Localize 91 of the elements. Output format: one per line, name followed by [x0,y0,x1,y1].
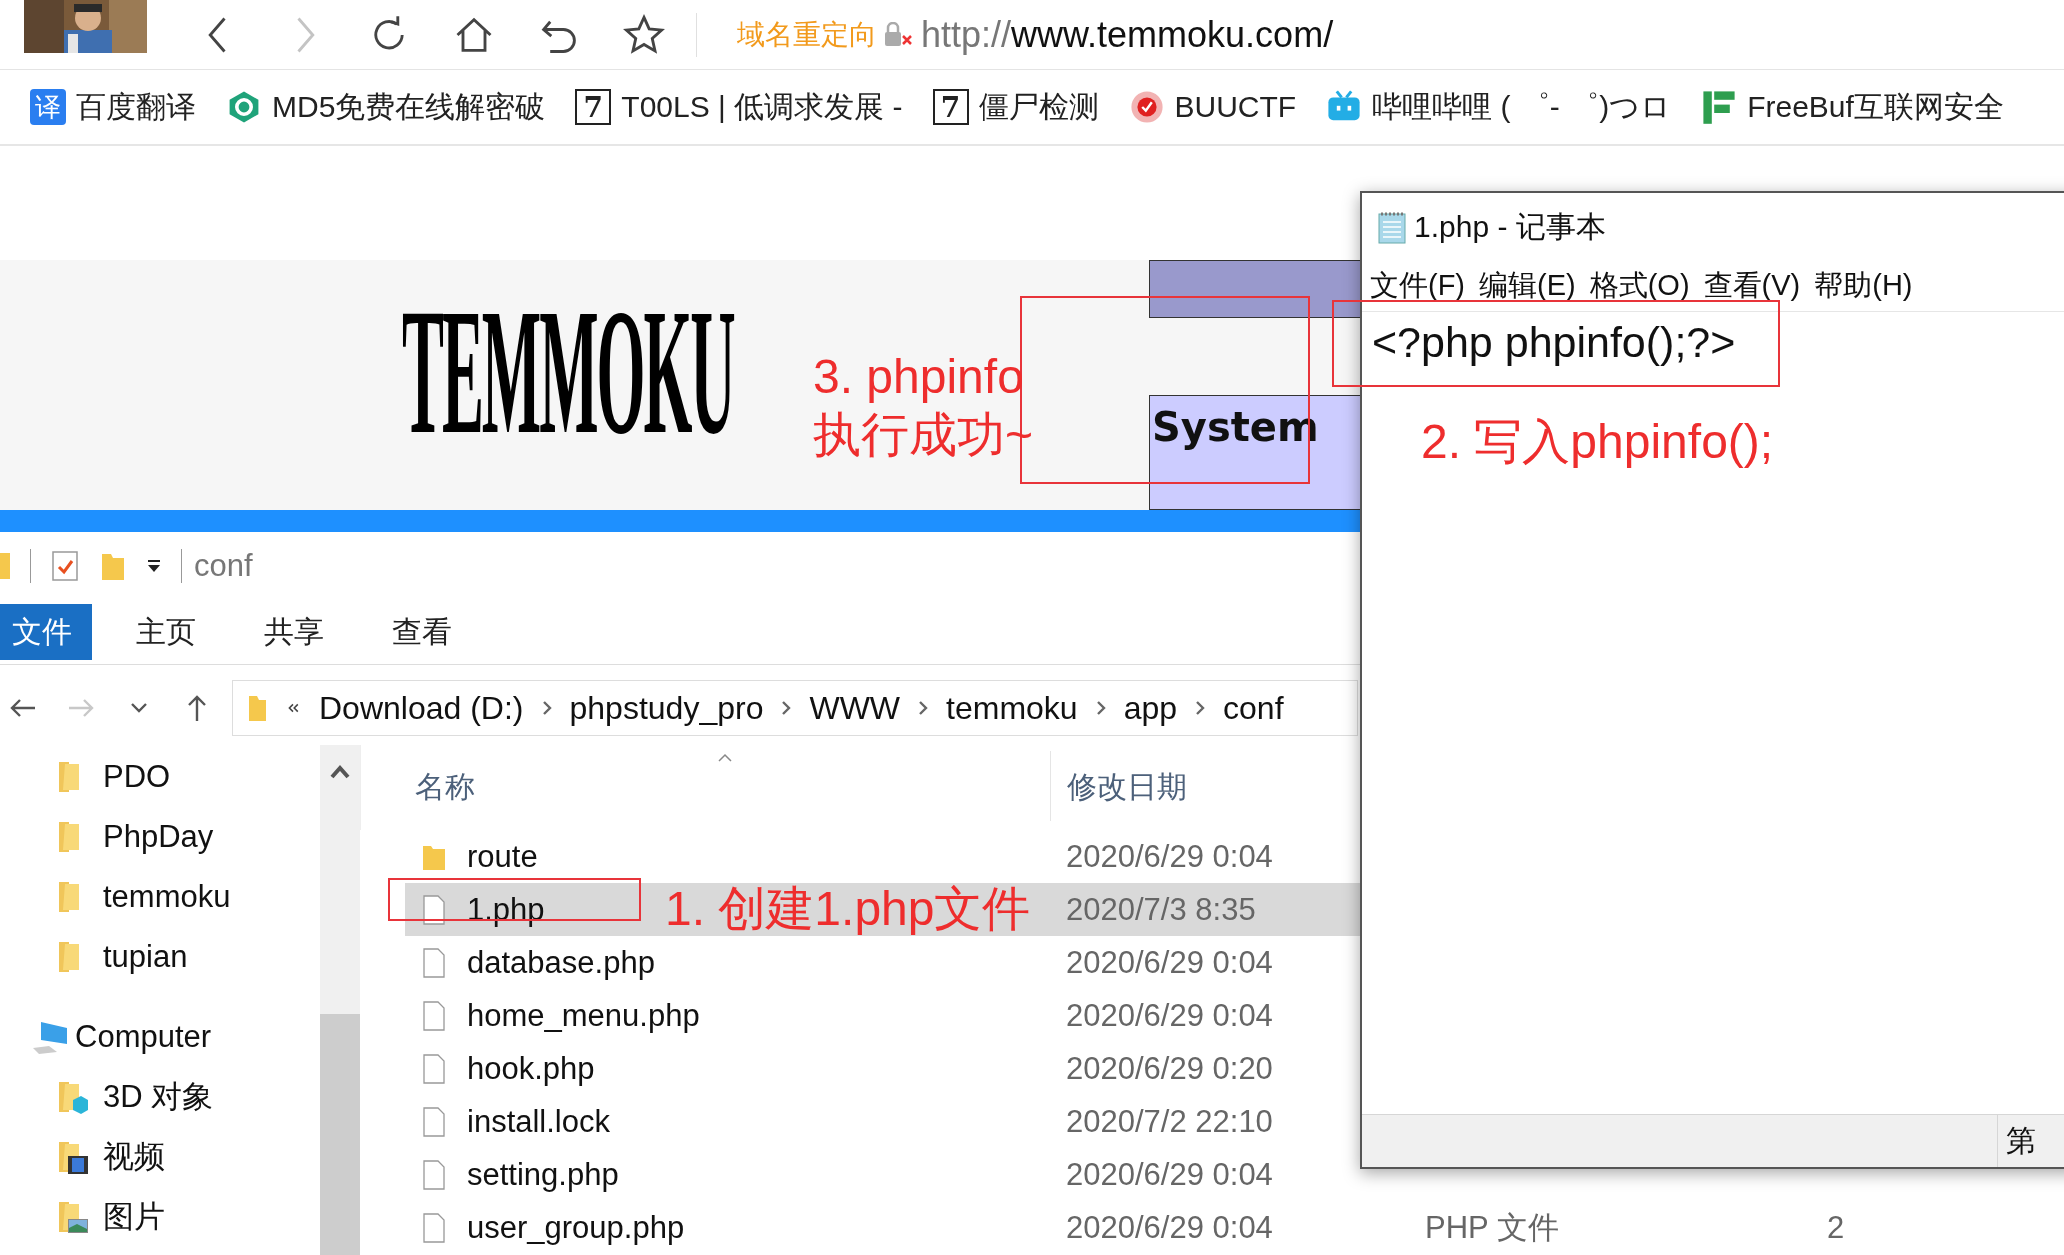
date-cell: 2020/6/29 0:04 [1066,944,1273,981]
seal-icon [1128,89,1165,125]
breadcrumb-item[interactable]: app [1123,689,1178,727]
nav-pane-item[interactable]: Computer [0,1007,320,1067]
bookmark-item[interactable]: 7 T00LS | 低调求发展 - [575,86,903,128]
annotation-text: 2. 写入phpinfo(); [1421,414,1774,470]
bookmark-item[interactable]: MD5免费在线解密破 [226,86,546,128]
menu-item[interactable]: 文件(F) [1370,266,1466,306]
bars-icon [1701,89,1738,125]
breadcrumb-item[interactable]: phpstudy_pro [569,689,764,727]
date-cell: 2020/6/29 0:04 [1066,997,1273,1034]
file-row[interactable]: route 2020/6/29 0:04 [405,830,1360,883]
file-icon [421,1000,447,1031]
image-folder-icon [57,1200,89,1234]
scrollbar[interactable] [320,745,360,1255]
file-icon [421,947,447,978]
cube-folder-icon [57,1080,89,1114]
dropdown-icon[interactable] [147,559,161,573]
file-row[interactable]: setting.php 2020/6/29 0:04 [405,1148,1360,1201]
sort-caret-icon [717,753,733,763]
file-icon [421,1053,447,1084]
file-icon [421,1212,447,1243]
file-row[interactable]: user_group.php 2020/6/29 0:04 PHP 文件 2 [405,1201,2064,1254]
date-cell: 2020/7/2 22:10 [1066,1103,1273,1140]
nav-pane-item[interactable]: 视频 [0,1127,320,1187]
date-cell: 2020/6/29 0:04 [1066,1209,1273,1246]
folder-icon [0,553,10,579]
menu-item[interactable]: 格式(O) [1589,266,1690,306]
file-icon [421,1159,447,1190]
bookmark-icon: 译 [30,89,66,125]
file-row[interactable]: install.lock 2020/7/2 22:10 [405,1095,1360,1148]
ribbon-tab[interactable]: 共享 [240,604,348,660]
address-bar[interactable]: Download (D:) phpstudy_pro WWW temmoku app conf [232,680,1358,736]
bookmark-icon: 7 [932,89,969,125]
window-title: 1.php - 记事本 [1414,208,1606,245]
bookmark-item[interactable]: BUUCTF [1128,89,1297,125]
scroll-up-icon[interactable] [330,763,350,779]
menu-item[interactable]: 编辑(E) [1479,266,1576,306]
lock-icon [883,21,913,48]
nav-pane-item[interactable]: PDO [0,747,320,807]
scrollbar-thumb[interactable] [320,1014,360,1255]
menu-item[interactable]: 帮助(H) [1814,266,1913,306]
bookmark-item[interactable]: 7 僵尸检测 [932,86,1099,128]
date-cell: 2020/6/29 0:04 [1066,838,1273,875]
file-row[interactable]: home_menu.php 2020/6/29 0:04 [405,989,1360,1042]
ribbon-tab[interactable]: 文件 [0,604,92,660]
chevron-right-icon[interactable] [541,700,552,716]
chevron-right-icon[interactable] [1195,700,1206,716]
breadcrumb-item[interactable]: Download (D:) [319,689,524,727]
column-header[interactable]: 名称 [415,767,475,808]
editor-text[interactable]: <?php phpinfo();?> [1372,318,1736,366]
date-cell: 2020/6/29 0:04 [1066,1156,1273,1193]
nav-pane-item[interactable]: 3D 对象 [0,1067,320,1127]
chevron-right-icon[interactable] [918,700,929,716]
size-cell: 2 [1827,1209,1845,1246]
computer-icon [31,1020,69,1054]
redirect-label: 域名重定向 [737,17,877,52]
site-logo: TEMMOKU [402,282,734,462]
nav-pane-item[interactable]: 图片 [0,1187,320,1247]
chevron-right-icon[interactable] [781,700,792,716]
overflow-chevron-icon[interactable] [287,702,299,714]
type-cell-text: PHP 文件 [1425,1208,1559,1247]
column-header[interactable]: 修改日期 [1067,767,1187,808]
file-row[interactable]: database.php 2020/6/29 0:04 [405,936,1360,989]
breadcrumb-item[interactable]: WWW [809,689,901,727]
file-icon [421,1106,447,1137]
nav-pane-item[interactable]: PhpDay [0,807,320,867]
checklist-icon[interactable] [51,550,79,582]
menu-item[interactable]: 查看(V) [1703,266,1801,306]
bookmark-item[interactable]: 哔哩哔哩 ( ゜- ゜)つロ [1326,86,1672,128]
annotation-text: 1. 创建1.php文件 [665,885,1031,933]
nav-pane-item[interactable]: temmoku [0,867,320,927]
window-title: conf [194,548,253,584]
status-text: 第 [1997,1115,2062,1167]
address-bar-url[interactable]: http://www.temmoku.com/ [921,13,1334,56]
breadcrumb-item[interactable]: temmoku [946,689,1078,727]
chevron-right-icon[interactable] [1095,700,1106,716]
breadcrumb-item[interactable]: conf [1223,689,1284,727]
bookmark-item[interactable]: 译 百度翻译 [30,86,196,128]
date-cell: 2020/7/3 8:35 [1066,891,1256,928]
bookmark-item[interactable]: FreeBuf互联网安全 [1701,86,2004,128]
file-row[interactable]: hook.php 2020/6/29 0:20 [405,1042,1360,1095]
ribbon-tab[interactable]: 主页 [112,604,220,660]
nav-pane-item[interactable]: tupian [0,927,320,987]
film-folder-icon [57,1140,89,1174]
date-cell: 2020/6/29 0:20 [1066,1050,1273,1087]
bookmark-icon: 7 [575,89,612,125]
notepad-icon [1376,210,1408,244]
file-icon [421,894,447,925]
folder-icon [247,693,267,723]
ribbon-tab[interactable]: 查看 [368,604,476,660]
